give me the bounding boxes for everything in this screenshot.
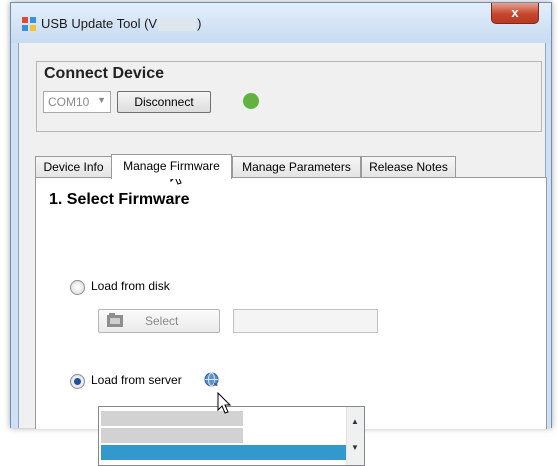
scroll-down-icon[interactable]: ▼ — [351, 443, 359, 452]
mouse-cursor-icon — [217, 392, 232, 414]
connect-device-group: Connect Device COM10 ▼ Disconnect — [36, 61, 542, 132]
list-item[interactable] — [101, 428, 243, 443]
disconnect-button[interactable]: Disconnect — [117, 91, 211, 113]
list-item-selected[interactable] — [101, 445, 346, 460]
tab-manage-firmware[interactable]: Manage Firmware — [111, 154, 232, 179]
title-bar[interactable]: USB Update Tool (V) x — [11, 3, 551, 43]
windows-app-icon — [22, 17, 36, 31]
connection-status-indicator — [243, 93, 259, 109]
file-path-field[interactable] — [233, 309, 378, 333]
chevron-down-icon: ▼ — [97, 95, 106, 105]
manage-firmware-panel: 1. Select Firmware Load from disk Select… — [35, 177, 547, 466]
load-from-disk-label: Load from disk — [91, 279, 170, 293]
section-title: 1. Select Firmware — [49, 191, 190, 208]
connect-device-title: Connect Device — [44, 65, 165, 82]
close-icon: x — [511, 5, 519, 20]
globe-icon[interactable] — [204, 372, 219, 387]
list-scrollbar[interactable]: ▲ ▼ — [346, 407, 364, 465]
load-from-disk-radio[interactable] — [70, 280, 85, 295]
folder-icon — [107, 313, 123, 327]
tab-manage-parameters[interactable]: Manage Parameters — [232, 156, 361, 178]
port-value: COM10 — [48, 95, 90, 109]
tab-device-info[interactable]: Device Info — [35, 156, 112, 178]
port-select[interactable]: COM10 ▼ — [43, 91, 111, 113]
select-button-label: Select — [145, 314, 179, 328]
tab-release-notes[interactable]: Release Notes — [361, 156, 456, 178]
window-title-text: USB Update Tool (V — [41, 16, 158, 31]
close-button[interactable]: x — [491, 3, 539, 24]
redacted-version — [158, 18, 197, 31]
load-from-server-radio[interactable] — [70, 374, 85, 389]
load-from-server-label: Load from server — [91, 373, 182, 387]
scroll-up-icon[interactable]: ▲ — [351, 417, 359, 426]
window-title-suffix: ) — [197, 16, 202, 31]
app-window: USB Update Tool (V) x Connect Device COM… — [10, 2, 552, 466]
client-area: Connect Device COM10 ▼ Disconnect Device… — [18, 43, 547, 466]
window-title: USB Update Tool (V) — [41, 16, 201, 31]
select-file-button[interactable]: Select — [98, 309, 220, 333]
